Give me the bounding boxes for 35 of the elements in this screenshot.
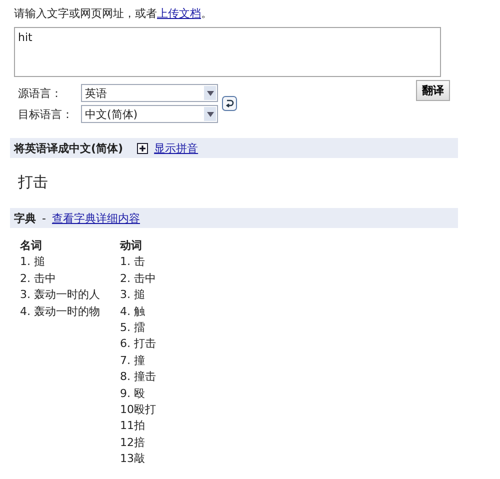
section-title: 将英语译成中文(简体)	[14, 140, 124, 156]
definition-text: 1. 击	[120, 254, 146, 270]
dictionary-details-link[interactable]: 查看字典详细内容	[52, 210, 140, 226]
text-input[interactable]: hit	[14, 27, 441, 77]
language-select[interactable]: 英语	[81, 84, 218, 102]
definition-text: 11拍	[120, 418, 146, 434]
definition-text: 4. 触	[120, 304, 146, 320]
definition-text: 12掊	[120, 434, 146, 451]
separator-text: -	[42, 212, 46, 224]
definition-text: 10殴打	[120, 402, 157, 418]
definition-text: 1. 搥	[20, 254, 46, 270]
definition-text: 8. 撞击	[120, 369, 157, 386]
section-title: 字典	[14, 210, 36, 226]
language-select[interactable]: 中文(简体)	[81, 105, 218, 123]
definition-text: 2. 击中	[120, 270, 157, 287]
part-of-speech-heading: 名词	[20, 238, 43, 254]
definition-text: 3. 轰动一时的人	[20, 287, 101, 304]
definition-text: 6. 打击	[120, 336, 157, 352]
definition-text: 5. 擂	[120, 320, 146, 336]
definition-text: 3. 搥	[120, 287, 146, 304]
field-label: 目标语言：	[17, 106, 74, 122]
upload-link[interactable]: 上传文档	[157, 7, 201, 20]
instruction-text: 请输入文字或网页网址，或者上传文档。	[14, 6, 213, 22]
definition-text: 13敲	[120, 451, 146, 468]
swap-languages-button[interactable]	[222, 96, 237, 111]
field-label: 源语言：	[17, 86, 63, 100]
definition-text: 2. 击中	[20, 270, 57, 287]
part-of-speech-heading: 动词	[120, 238, 143, 254]
translation-result: 打击	[18, 173, 49, 193]
translate-button[interactable]: 翻译	[416, 80, 450, 101]
show-pinyin-link[interactable]: 显示拼音	[154, 140, 198, 156]
plus-icon[interactable]	[137, 142, 148, 154]
definition-text: 4. 轰动一时的物	[20, 304, 101, 320]
definition-text: 9. 殴	[120, 386, 146, 402]
definition-text: 7. 撞	[120, 352, 146, 369]
